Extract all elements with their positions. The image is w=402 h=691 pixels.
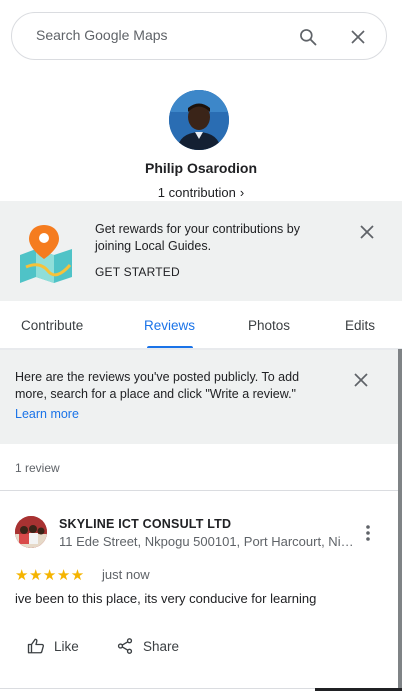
tab-bar: Contribute Reviews Photos Edits xyxy=(0,301,402,349)
tab-edits[interactable]: Edits xyxy=(345,318,375,333)
search-input[interactable]: Search Google Maps xyxy=(36,27,168,43)
get-started-button[interactable]: GET STARTED xyxy=(95,265,180,279)
share-button[interactable]: Share xyxy=(116,636,179,656)
profile-photo xyxy=(169,90,229,150)
search-icon[interactable] xyxy=(298,27,318,47)
review-count: 1 review xyxy=(15,461,60,475)
more-vert-icon[interactable] xyxy=(362,524,374,542)
local-guides-banner: Get rewards for your contributions by jo… xyxy=(0,201,402,301)
business-address: 11 Ede Street, Nkpogu 500101, Port Harco… xyxy=(59,534,355,549)
review-text: ive been to this place, its very conduci… xyxy=(15,591,317,606)
contributions-link[interactable]: 1 contribution › xyxy=(0,185,402,200)
close-icon[interactable] xyxy=(359,224,375,240)
share-label: Share xyxy=(143,638,180,654)
like-button[interactable]: Like xyxy=(27,636,79,656)
local-guides-text: Get rewards for your contributions by jo… xyxy=(95,222,300,253)
share-icon xyxy=(117,638,133,654)
divider xyxy=(0,490,398,491)
close-icon[interactable] xyxy=(353,372,369,388)
scrollbar[interactable] xyxy=(398,349,402,691)
thumbs-up-icon xyxy=(27,638,44,654)
learn-more-link[interactable]: Learn more xyxy=(15,407,79,421)
reviews-info-banner: Here are the reviews you've posted publi… xyxy=(0,350,398,444)
divider xyxy=(0,688,315,689)
tab-photos[interactable]: Photos xyxy=(248,318,290,333)
chevron-right-icon: › xyxy=(239,185,245,200)
business-avatar[interactable] xyxy=(15,516,47,548)
avatar[interactable] xyxy=(169,90,229,150)
business-name[interactable]: SKYLINE ICT CONSULT LTD xyxy=(59,517,231,531)
like-label: Like xyxy=(54,638,79,654)
contributions-label: 1 contribution xyxy=(157,185,236,200)
business-photo xyxy=(15,516,47,548)
star-rating: ★★★★★ xyxy=(15,567,85,584)
search-bar[interactable]: Search Google Maps xyxy=(11,12,387,60)
review-time: just now xyxy=(102,567,150,582)
reviews-info-text: Here are the reviews you've posted publi… xyxy=(15,370,300,401)
local-guides-map-icon xyxy=(20,225,72,283)
tab-reviews[interactable]: Reviews xyxy=(144,318,195,333)
profile-name: Philip Osarodion xyxy=(144,160,257,176)
tab-contribute[interactable]: Contribute xyxy=(21,318,83,333)
close-icon[interactable] xyxy=(349,28,367,46)
